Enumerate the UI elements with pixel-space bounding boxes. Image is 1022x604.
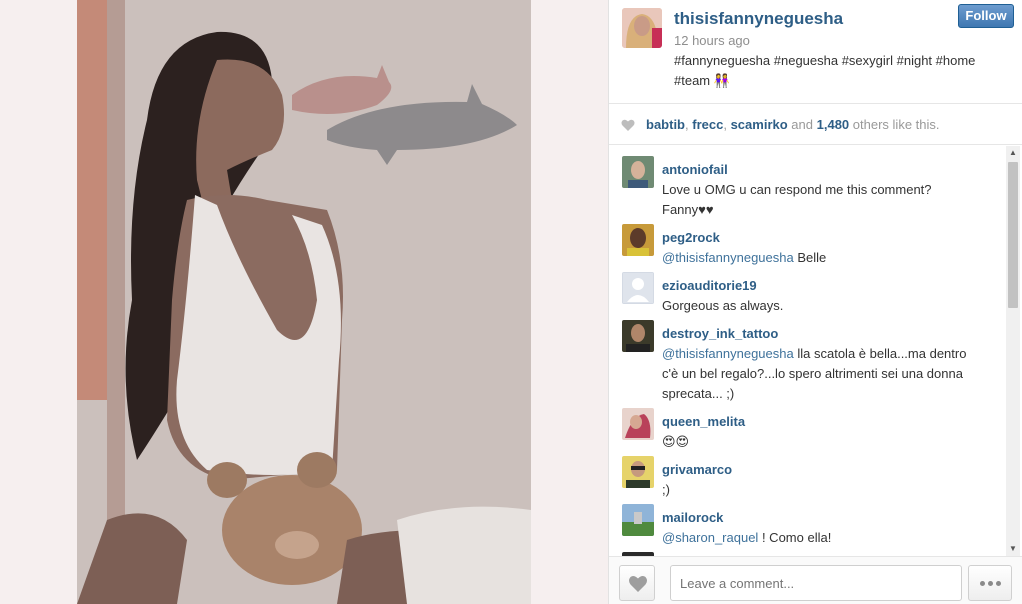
ellipsis-icon [988,581,993,586]
commenter-avatar[interactable] [622,408,654,440]
commenter-username[interactable]: peg2rock [662,230,720,245]
comment-line: Fanny♥♥ [662,202,714,217]
likes-count[interactable]: 1,480 [817,117,850,132]
ellipsis-icon [980,581,985,586]
comment-text: @thisisfannyneguesha Belle [662,248,982,268]
comment-composer [609,556,1022,604]
commenter-avatar-image [622,320,654,352]
post-details-panel: thisisfannyneguesha 12 hours ago #fannyn… [608,0,1022,604]
commenter-avatar-image [622,156,654,188]
heart-icon [629,576,647,592]
comments-list[interactable]: antoniofail Love u OMG u can respond me … [609,146,1005,556]
heart-icon [621,119,635,131]
comment-input[interactable] [670,565,962,601]
likes-summary: babtib, frecc, scamirko and 1,480 others… [609,105,1022,145]
commenter-username[interactable]: grivamarco [662,462,732,477]
commenter-avatar[interactable] [622,272,654,304]
commenter-username[interactable]: mailorock [662,510,723,525]
commenter-avatar[interactable] [622,224,654,256]
commenter-avatar-image [622,504,654,536]
comment-item: antoniofail Love u OMG u can respond me … [609,152,1005,217]
commenter-avatar[interactable] [622,456,654,488]
more-options-button[interactable] [968,565,1012,601]
scroll-down-arrow-icon[interactable]: ▼ [1006,542,1020,556]
commenter-avatar-image [622,456,654,488]
caption-line: #team 👭 [674,73,730,88]
comments-scrollbar[interactable]: ▲ ▼ [1006,146,1020,556]
ellipsis-icon [996,581,1001,586]
comment-text: @sharon_raquel ! Como ella! [662,528,982,548]
like-button[interactable] [619,565,655,601]
comment-item: peg2rock @thisisfannyneguesha Belle [609,220,1005,265]
comment-body: ! Como ella! [761,530,832,545]
likes-text: babtib, frecc, scamirko and 1,480 others… [646,117,940,132]
comment-text: Gorgeous as always. [662,298,784,313]
comment-text: @thisisfannyneguesha lla scatola è bella… [662,344,982,404]
mention-link[interactable]: @thisisfannyneguesha [662,250,794,265]
commenter-avatar[interactable] [622,320,654,352]
scroll-up-arrow-icon[interactable]: ▲ [1006,146,1020,160]
comment-line: @thisisfannyneguesha lla scatola è bella… [662,344,982,364]
comment-text: ;) [662,482,670,497]
commenter-avatar-image [622,224,654,256]
owner-avatar[interactable] [622,8,662,48]
comment-text: 😍😍 [662,434,690,449]
post-photo[interactable] [77,0,531,604]
liker-link[interactable]: frecc [692,117,723,132]
commenter-username[interactable]: destroy_ink_tattoo [662,326,778,341]
post-header: thisisfannyneguesha 12 hours ago #fannyn… [609,0,1022,104]
comment-line: c'è un bel regalo?...lo spero altrimenti… [662,366,963,381]
comment-item: grivamarco ;) [609,452,1005,497]
mention-link[interactable]: @thisisfannyneguesha [662,346,794,361]
comment-item: queen_melita 😍😍 [609,404,1005,449]
scroll-thumb[interactable] [1008,162,1018,308]
comment-line: Love u OMG u can respond me this comment… [662,182,932,197]
follow-button[interactable]: Follow [958,4,1014,28]
commenter-username[interactable]: queen_melita [662,414,745,429]
likes-suffix: others like this. [852,117,940,132]
owner-username[interactable]: thisisfannyneguesha [674,9,843,29]
owner-avatar-image [622,8,662,48]
commenter-avatar[interactable] [622,156,654,188]
post-caption: #fannyneguesha #neguesha #sexygirl #nigh… [674,51,1009,91]
post-timestamp[interactable]: 12 hours ago [674,33,750,48]
post-photo-image [77,0,531,604]
mention-link[interactable]: @sharon_raquel [662,530,758,545]
comment-body: Belle [797,250,827,265]
comment-item: destroy_ink_tattoo @thisisfannyneguesha … [609,316,1005,401]
comment-text: Love u OMG u can respond me this comment… [662,180,982,220]
comment-body: lla scatola è bella...ma dentro [797,346,967,361]
comment-line: sprecata... ;) [662,386,735,401]
comment-item: mailorock @sharon_raquel ! Como ella! [609,500,1005,545]
liker-link[interactable]: babtib [646,117,685,132]
comment-item: ezioauditorie19 Gorgeous as always. [609,268,1005,313]
likes-separator: , [723,117,727,132]
commenter-avatar[interactable] [622,504,654,536]
caption-line: #fannyneguesha #neguesha #sexygirl #nigh… [674,53,976,68]
commenter-username[interactable]: ezioauditorie19 [662,278,757,293]
commenter-username[interactable]: antoniofail [662,162,728,177]
instagram-post-view: thisisfannyneguesha 12 hours ago #fannyn… [0,0,1022,604]
liker-link[interactable]: scamirko [731,117,788,132]
likes-and: and [791,117,813,132]
likes-separator: , [685,117,689,132]
default-avatar-icon [622,272,654,304]
commenter-avatar-image [622,408,654,440]
